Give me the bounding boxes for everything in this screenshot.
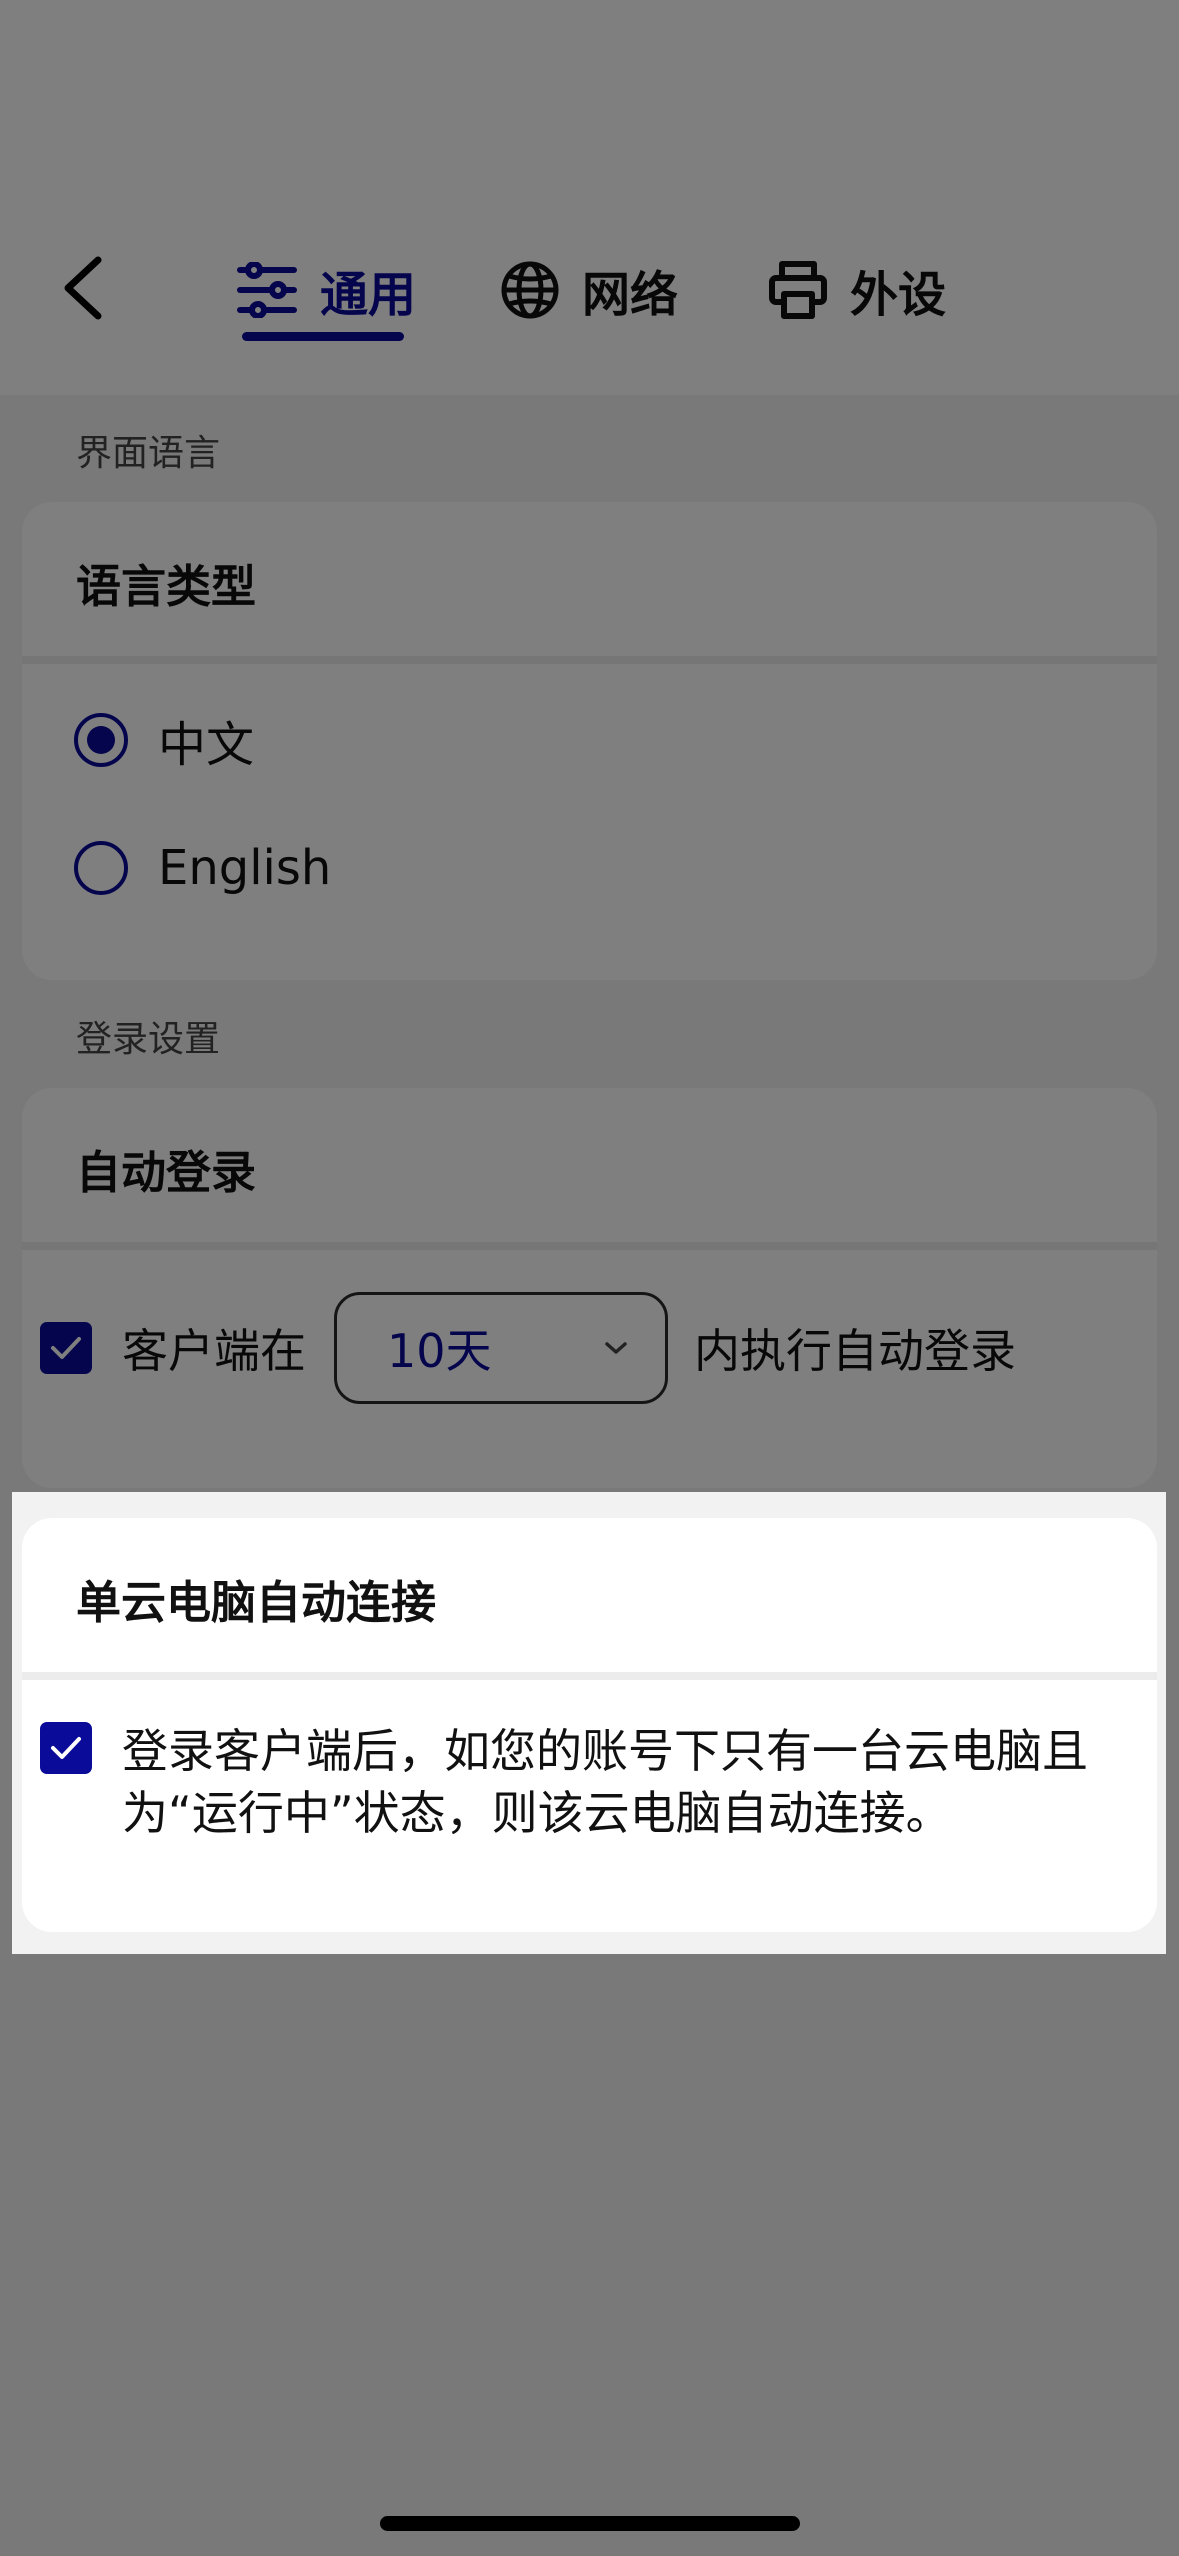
auto-login-card: 自动登录: [22, 1088, 1157, 1488]
chevron-down-icon: [605, 1342, 627, 1354]
auto-connect-description: 登录客户端后，如您的账号下只有一台云电脑且为“运行中”状态，则该云电脑自动连接。: [122, 1724, 1088, 1840]
printer-icon: [769, 261, 827, 319]
radio-label-english: English: [158, 840, 332, 896]
auto-login-prefix: 客户端在: [122, 1324, 306, 1378]
language-card-title: 语言类型: [76, 560, 257, 613]
home-indicator: [380, 2516, 800, 2531]
card-divider: [22, 656, 1157, 664]
tab-network-label: 网络: [582, 267, 679, 323]
auto-login-duration-select[interactable]: 10天: [334, 1292, 668, 1404]
checkmark-icon: [51, 1737, 81, 1759]
radio-button-checked[interactable]: [74, 713, 128, 767]
radio-label-chinese: 中文: [158, 717, 255, 773]
radio-option-english[interactable]: English: [74, 836, 331, 900]
globe-icon: [501, 261, 559, 319]
back-button[interactable]: [52, 248, 122, 328]
auto-login-suffix: 内执行自动登录: [694, 1324, 1016, 1378]
select-value: 10天: [387, 1324, 492, 1378]
top-nav-bar: 通用 网络 外设: [0, 0, 1179, 395]
auto-connect-card-title: 单云电脑自动连接: [76, 1576, 437, 1629]
tab-peripheral-label: 外设: [850, 267, 947, 323]
card-divider: [22, 1672, 1157, 1680]
radio-button-unchecked[interactable]: [74, 841, 128, 895]
tab-peripheral[interactable]: 外设: [768, 250, 946, 330]
sliders-icon: [237, 262, 297, 318]
tab-network[interactable]: 网络: [500, 250, 678, 330]
auto-connect-checkbox[interactable]: [40, 1722, 92, 1774]
language-card: 语言类型 中文 English: [22, 502, 1157, 980]
auto-login-checkbox[interactable]: [40, 1322, 92, 1374]
auto-login-row: 客户端在 10天 内执行自动登录: [40, 1291, 1016, 1405]
section-label-login: 登录设置: [76, 1019, 221, 1060]
section-label-language: 界面语言: [76, 433, 221, 474]
chevron-left-icon: [64, 256, 102, 320]
dim-overlay-right: [1166, 1492, 1179, 1954]
dim-overlay-left: [0, 1492, 12, 1954]
tab-general-label: 通用: [320, 267, 417, 323]
radio-option-chinese[interactable]: 中文: [74, 708, 255, 773]
checkmark-icon: [51, 1337, 81, 1359]
dim-overlay-bottom: [0, 1954, 1179, 2556]
active-tab-indicator: [242, 332, 404, 341]
card-divider: [22, 1242, 1157, 1250]
tab-general[interactable]: 通用: [236, 250, 416, 330]
auto-connect-row: 登录客户端后，如您的账号下只有一台云电脑且为“运行中”状态，则该云电脑自动连接。: [40, 1720, 1122, 1844]
auto-login-card-title: 自动登录: [76, 1146, 257, 1199]
